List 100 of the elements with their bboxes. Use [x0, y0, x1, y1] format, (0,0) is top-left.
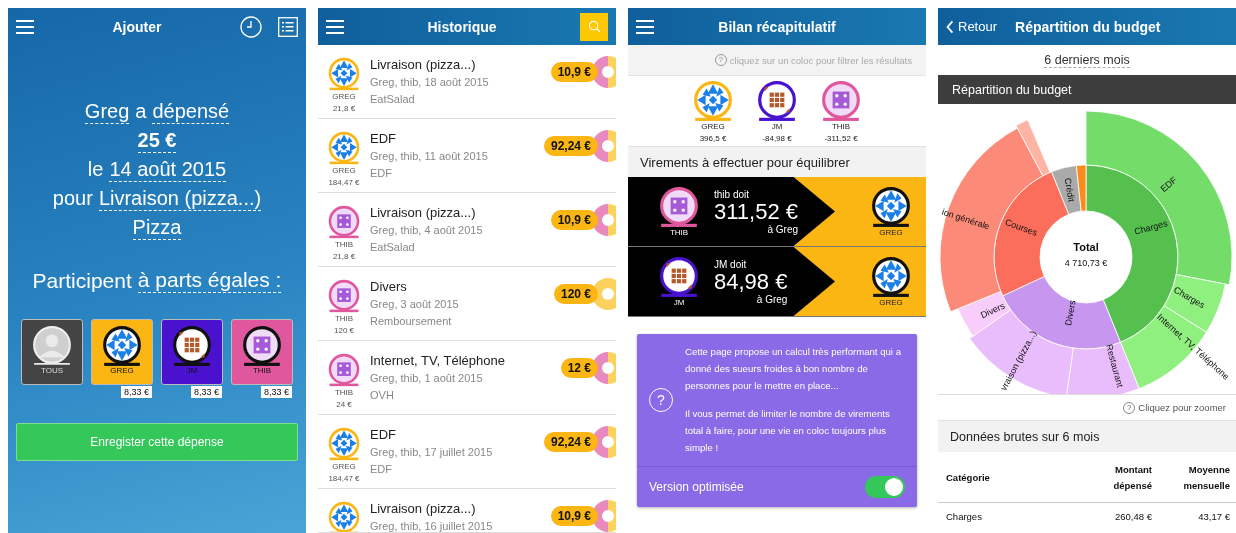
- segment-label: Crédit: [1062, 177, 1077, 203]
- expense-title: Livraison (pizza...): [370, 204, 477, 221]
- share-amount: 8,33 €: [120, 386, 152, 398]
- split-label: Participent: [32, 268, 132, 293]
- table-cell: 43,17 €: [1158, 502, 1236, 530]
- expense-row[interactable]: GREG 21,8 € Livraison (pizza...) Greg, thib, 18 août 2015 EatSalad 10,9 €: [318, 45, 616, 119]
- avatar-icon: [101, 325, 143, 367]
- member-balance: -311,52 €: [824, 133, 858, 143]
- member-name: JM: [771, 121, 783, 131]
- back-button[interactable]: Retour: [946, 19, 998, 34]
- expense-details: Greg, thib, 1 août 2015: [370, 371, 484, 386]
- period-dropdown[interactable]: 6 derniers mois: [1044, 52, 1130, 68]
- payer-name: THIB: [334, 388, 354, 397]
- sunburst-segment[interactable]: [1065, 341, 1140, 394]
- payer-amount: 21,8 €: [332, 104, 356, 113]
- avatar-icon[interactable]: [820, 79, 862, 122]
- member-name: GREG: [701, 121, 725, 131]
- list-icon[interactable]: [278, 16, 298, 37]
- search-icon: [587, 20, 601, 33]
- expense-category: EDF: [370, 462, 393, 477]
- payer-name: GREG: [332, 462, 356, 471]
- search-button[interactable]: [580, 12, 608, 41]
- info-paragraph: Il vous permet de limiter le nombre de virements total à faire, pour une vie en coloc toujours plus simple !: [685, 407, 891, 455]
- split-mode-field[interactable]: à parts égales :: [137, 268, 282, 293]
- avatar-icon[interactable]: [756, 79, 798, 122]
- share-badge: 120 €: [553, 284, 598, 304]
- expense-title: EDF: [370, 426, 397, 443]
- expense-details: Greg, thib, 11 août 2015: [370, 149, 489, 164]
- editable-field[interactable]: Pizza: [132, 215, 182, 240]
- zoom-hint: Cliquez pour zoomer: [1138, 402, 1226, 413]
- editable-field[interactable]: dépensé: [152, 99, 230, 124]
- share-badge: 10,9 €: [550, 62, 598, 82]
- share-badge: 10,9 €: [550, 210, 598, 230]
- avatar-icon: [31, 325, 73, 367]
- payer-amount: 21,8 €: [332, 252, 356, 261]
- screen-title: Répartition du budget: [1015, 18, 1161, 35]
- expense-title: Internet, TV, Téléphone: [370, 352, 506, 369]
- column-header: Catégorie: [938, 452, 1080, 503]
- editable-field[interactable]: 25 €: [137, 128, 177, 153]
- avatar-icon: [171, 325, 213, 367]
- expense-row[interactable]: GREG 184,47 € EDF Greg, thib, 17 juillet 2015 EDF 92,24 €: [318, 415, 616, 489]
- menu-icon[interactable]: [326, 19, 344, 34]
- expense-title: EDF: [370, 130, 397, 147]
- expense-row[interactable]: THIB 24 € Internet, TV, Téléphone Greg, thib, 1 août 2015 OVH 12 €: [318, 341, 616, 415]
- share-badge: 10,9 €: [550, 506, 598, 526]
- payer-name: GREG: [332, 92, 356, 101]
- segment-label: Divers: [1063, 299, 1078, 327]
- creditor-text: à Greg: [767, 223, 798, 235]
- expense-row[interactable]: THIB 21,8 € Livraison (pizza...) Greg, thib, 4 août 2015 EatSalad 10,9 €: [318, 193, 616, 267]
- sentence-word: a: [135, 99, 147, 124]
- expense-details: Greg, thib, 18 août 2015: [370, 75, 490, 90]
- menu-icon[interactable]: [16, 19, 34, 34]
- screen-title: Ajouter: [111, 18, 163, 35]
- member-balance: -84,98 €: [762, 133, 792, 143]
- chart-header: Répartition du budget: [938, 75, 1236, 104]
- table-cell: 260,48 €: [1080, 502, 1158, 530]
- expense-details: Greg, thib, 16 juillet 2015: [370, 519, 494, 532]
- menu-icon[interactable]: [636, 19, 654, 34]
- clock-icon[interactable]: [240, 15, 262, 38]
- expense-category: EatSalad: [370, 240, 416, 255]
- info-paragraph: Cette page propose un calcul très performant qui a donné des sueurs froides à bon nombre de personnes pour le mettre en place...: [685, 345, 902, 393]
- expense-details: Greg, thib, 17 juillet 2015: [370, 445, 494, 460]
- payer-amount: 184,47 €: [328, 474, 360, 483]
- table-cell: Charges: [938, 502, 1080, 530]
- creditor-name: GREG: [879, 298, 903, 307]
- payer-name: THIB: [334, 240, 354, 249]
- member-name: THIB: [831, 121, 851, 131]
- section-header: Virements à effectuer pour équilibrer: [628, 146, 926, 177]
- total-value: 4 710,73 €: [1064, 258, 1108, 268]
- editable-field[interactable]: Livraison (pizza...): [98, 186, 262, 211]
- editable-field[interactable]: 14 août 2015: [109, 157, 227, 182]
- participant-tile[interactable]: TOUS: [21, 319, 83, 385]
- avatar-icon[interactable]: [692, 79, 734, 122]
- expense-row[interactable]: Livraison (pizza...) Greg, thib, 16 juillet 2015 10,9 €: [318, 489, 616, 533]
- member-balance: 396,5 €: [699, 133, 727, 143]
- creditor-name: GREG: [879, 228, 903, 237]
- sentence-word: le: [87, 157, 104, 182]
- share-amount: 8,33 €: [260, 386, 292, 398]
- optimized-toggle[interactable]: [865, 476, 905, 498]
- editable-field[interactable]: Greg: [84, 99, 130, 124]
- participant-tile[interactable]: THIB: [231, 319, 293, 385]
- expense-category: Remboursement: [370, 314, 453, 329]
- section-header: Données brutes sur 6 mois: [938, 420, 1236, 452]
- screen-title: Bilan récapitulatif: [717, 18, 837, 35]
- avatar-icon: [241, 325, 283, 367]
- expense-row[interactable]: GREG 184,47 € EDF Greg, thib, 11 août 2015 EDF 92,24 €: [318, 119, 616, 193]
- transfer-amount: 311,52 €: [714, 199, 798, 224]
- debtor-name: JM: [673, 298, 685, 307]
- expense-category: EatSalad: [370, 92, 416, 107]
- share-badge: 12 €: [560, 358, 598, 378]
- expense-category: OVH: [370, 388, 395, 403]
- participant-tile[interactable]: GREG: [91, 319, 153, 385]
- debtor-name: THIB: [669, 228, 689, 237]
- filter-hint: cliquez sur un coloc pour filtrer les résultats: [729, 54, 912, 66]
- payer-name: GREG: [332, 166, 356, 175]
- expense-category: EDF: [370, 166, 393, 181]
- column-header: Montant dépensé: [1080, 452, 1158, 503]
- total-label: Total: [1073, 241, 1099, 253]
- creditor-text: à Greg: [756, 293, 788, 305]
- expense-row[interactable]: THIB 120 € Divers Greg, 3 août 2015 Remboursement 120 €: [318, 267, 616, 341]
